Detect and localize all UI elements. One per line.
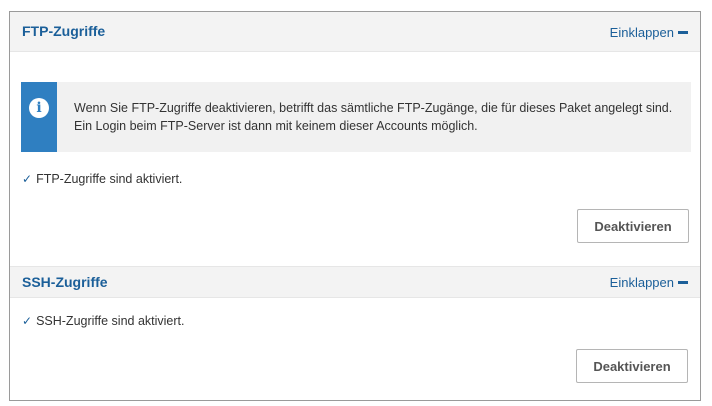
ssh-section-header: SSH-Zugriffe Einklappen xyxy=(10,266,700,298)
ftp-info-text: Wenn Sie FTP-Zugriffe deaktivieren, betr… xyxy=(74,101,673,133)
ftp-section-header: FTP-Zugriffe Einklappen xyxy=(10,12,700,52)
minus-icon[interactable] xyxy=(678,31,688,34)
ssh-collapse-label[interactable]: Einklappen xyxy=(610,275,674,290)
ftp-collapse-link[interactable]: Einklappen xyxy=(610,25,688,40)
ssh-collapse-link[interactable]: Einklappen xyxy=(610,275,688,290)
checkmark-icon: ✓ xyxy=(22,172,33,186)
ftp-info-box: i Wenn Sie FTP-Zugriffe deaktivieren, be… xyxy=(21,82,691,152)
ssh-section-title: SSH-Zugriffe xyxy=(22,274,108,290)
ssh-status: ✓ SSH-Zugriffe sind aktiviert. xyxy=(22,314,185,328)
ssh-deactivate-button[interactable]: Deaktivieren xyxy=(576,349,688,383)
minus-icon[interactable] xyxy=(678,281,688,284)
ftp-section-title: FTP-Zugriffe xyxy=(22,23,106,39)
info-bar: i xyxy=(21,82,57,152)
info-icon: i xyxy=(29,98,49,118)
ftp-status: ✓ FTP-Zugriffe sind aktiviert. xyxy=(22,172,182,186)
ftp-deactivate-button[interactable]: Deaktivieren xyxy=(577,209,689,243)
access-settings-panel: FTP-Zugriffe Einklappen i Wenn Sie FTP-Z… xyxy=(9,11,701,401)
ssh-status-text: SSH-Zugriffe sind aktiviert. xyxy=(36,314,185,328)
ftp-collapse-label[interactable]: Einklappen xyxy=(610,25,674,40)
ftp-status-text: FTP-Zugriffe sind aktiviert. xyxy=(36,172,183,186)
checkmark-icon: ✓ xyxy=(22,314,33,328)
